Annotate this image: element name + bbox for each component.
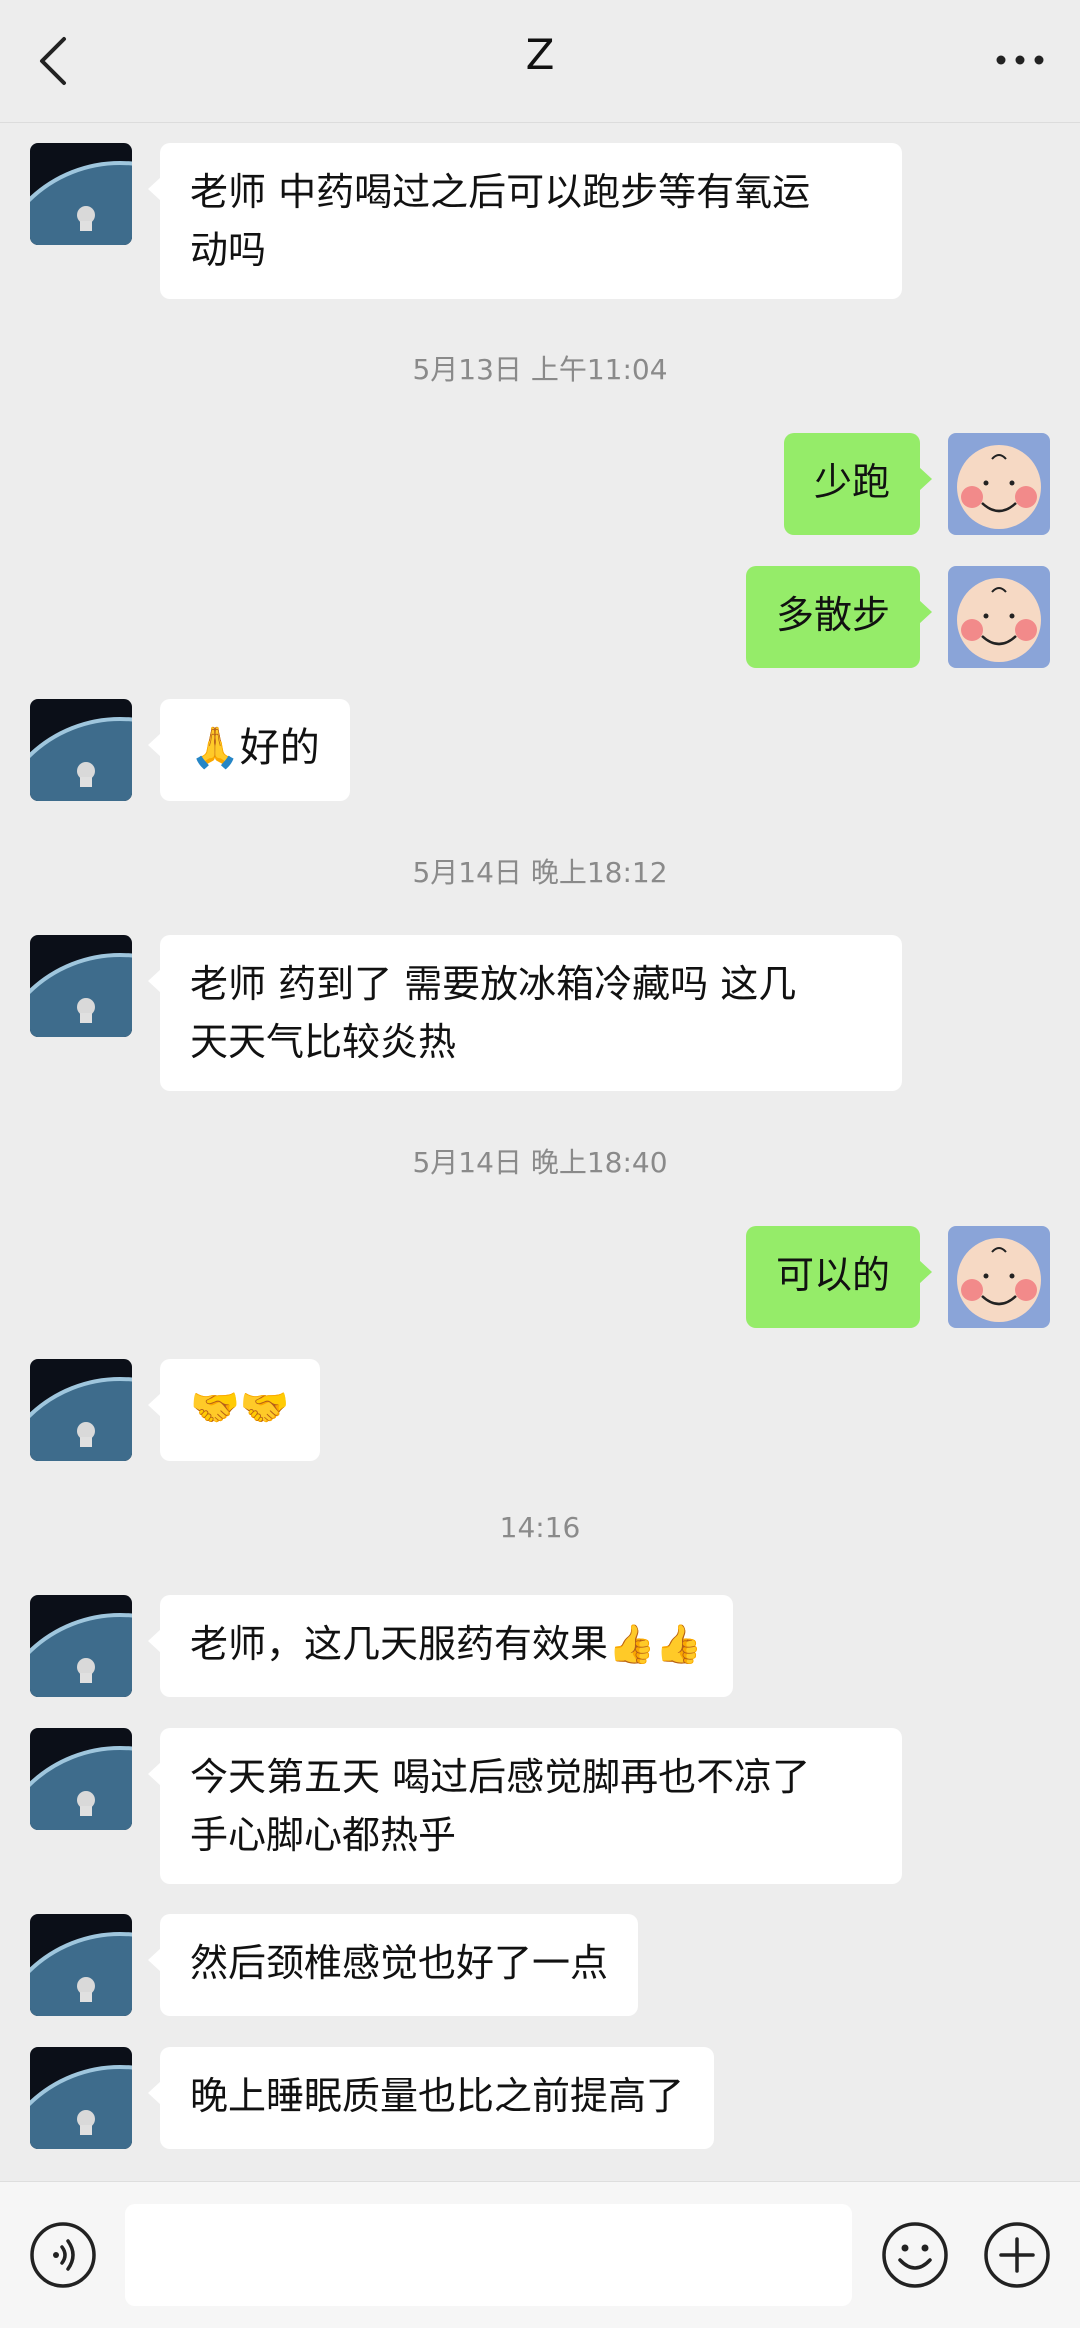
emoji-icon	[882, 2222, 948, 2288]
message-text-line: 老师 药到了 需要放冰箱冷藏吗 这几	[190, 962, 797, 1006]
message-bubble[interactable]: 🤝🤝	[148, 1359, 320, 1461]
message-bubble[interactable]: 多散步	[745, 566, 933, 668]
more-dots-icon	[996, 55, 1044, 65]
chat-title: Z	[525, 30, 555, 79]
user-avatar[interactable]	[948, 1226, 1050, 1328]
message-text-line: 晚上睡眠质量也比之前提高了	[190, 2074, 685, 2118]
message-text-line: 手心脚心都热乎	[190, 1813, 457, 1857]
message-list[interactable]: 老师 中药喝过之后可以跑步等有氧运 动吗 5月13日 上午11:04 少跑 多散…	[0, 123, 1080, 2181]
voice-icon	[30, 2222, 96, 2288]
message-text-line: 动吗	[190, 228, 267, 272]
message-text-line: 今天第五天 喝过后感觉脚再也不凉了	[190, 1755, 811, 1799]
message-text-line: 老师 中药喝过之后可以跑步等有氧运	[190, 170, 811, 214]
user-avatar[interactable]	[948, 433, 1050, 535]
voice-button[interactable]	[28, 2220, 98, 2290]
plus-icon	[984, 2222, 1050, 2288]
timestamp: 5月13日 上午11:04	[412, 353, 668, 386]
message-bubble[interactable]: 然后颈椎感觉也好了一点	[147, 1914, 639, 2016]
message-input[interactable]	[125, 2204, 852, 2306]
more-button[interactable]	[990, 40, 1050, 80]
message-text-line: 少跑	[813, 460, 890, 504]
message-bubble[interactable]: 老师 中药喝过之后可以跑步等有氧运 动吗	[148, 143, 902, 299]
message-bubble[interactable]: 今天第五天 喝过后感觉脚再也不凉了 手心脚心都热乎	[148, 1728, 902, 1884]
contact-avatar[interactable]	[30, 143, 132, 245]
message-text-line: 🙏好的	[190, 725, 320, 771]
message-bubble[interactable]: 可以的	[745, 1226, 933, 1328]
message-text-line: 然后颈椎感觉也好了一点	[190, 1941, 609, 1985]
contact-avatar[interactable]	[30, 935, 132, 1037]
message-bubble[interactable]: 少跑	[783, 433, 933, 535]
message-text-line: 🤝🤝	[190, 1385, 290, 1431]
emoji-button[interactable]	[880, 2220, 950, 2290]
chat-header: Z	[0, 0, 1080, 123]
message-text-line: 天天气比较炎热	[190, 1020, 457, 1064]
message-bubble[interactable]: 老师 药到了 需要放冰箱冷藏吗 这几 天天气比较炎热	[148, 935, 902, 1091]
timestamp: 14:16	[499, 1511, 581, 1544]
message-text-line: 老师，这几天服药有效果👍👍	[190, 1622, 703, 1666]
contact-avatar[interactable]	[30, 699, 132, 801]
contact-avatar[interactable]	[30, 2047, 132, 2149]
message-text-line: 可以的	[775, 1253, 890, 1297]
contact-avatar[interactable]	[30, 1728, 132, 1830]
contact-avatar[interactable]	[30, 1359, 132, 1461]
message-bubble[interactable]: 🙏好的	[148, 699, 350, 801]
message-bubble[interactable]: 老师，这几天服药有效果👍👍	[148, 1595, 733, 1697]
message-text-line: 多散步	[775, 593, 890, 637]
contact-avatar[interactable]	[30, 1914, 132, 2016]
user-avatar[interactable]	[948, 566, 1050, 668]
timestamp: 5月14日 晚上18:12	[412, 856, 668, 889]
input-bar	[0, 2181, 1080, 2328]
plus-button[interactable]	[982, 2220, 1052, 2290]
message-bubble[interactable]: 晚上睡眠质量也比之前提高了	[147, 2047, 715, 2149]
timestamp: 5月14日 晚上18:40	[412, 1146, 668, 1179]
contact-avatar[interactable]	[30, 1595, 132, 1697]
